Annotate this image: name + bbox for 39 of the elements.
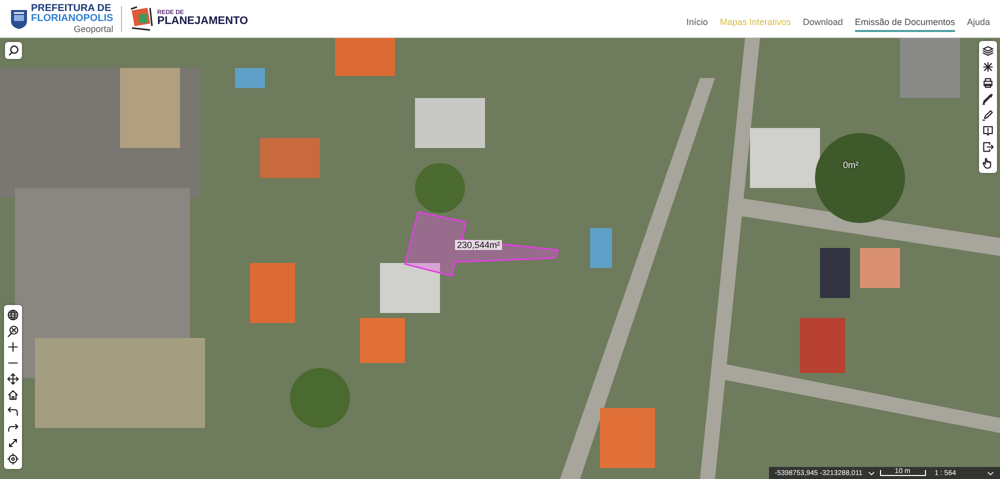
grid-icon [982,61,994,73]
nav-link[interactable]: Emissão de Documentos [854,12,955,32]
fullscreen-icon [7,437,19,449]
info-button[interactable] [979,123,997,139]
search-icon [8,45,19,56]
layers-icon [982,45,994,57]
undo-icon [7,405,19,417]
pan-icon [7,373,19,385]
print-icon [982,77,994,89]
planning-logo-icon [130,6,154,32]
chevron-down-icon[interactable] [868,470,875,476]
redo-icon [7,421,19,433]
info-icon [982,125,994,137]
logo-text: PLANEJAMENTO [157,16,248,27]
search-button[interactable] [5,42,22,59]
globe-button[interactable] [4,307,22,323]
ruler-icon [982,93,994,105]
pencil-icon [982,109,994,121]
logo-subtitle: Geoportal [74,24,114,34]
hand-pointer-icon [982,157,994,169]
measurement-label: 230,544m² [455,240,502,250]
zoom-in-icon [7,341,19,353]
globe-icon [7,309,19,321]
zoom-select-icon [7,325,19,337]
city-emblem-icon [10,8,28,30]
hand-pointer-button[interactable] [979,155,997,171]
locate-icon [7,453,19,465]
nav-link[interactable]: Ajuda [966,12,990,32]
logo-text: FLORIANOPOLIS [31,14,114,24]
measurement-label: 0m² [843,160,858,170]
logo-text: PREFEITURA DE [31,4,112,14]
locate-button[interactable] [4,451,22,467]
layers-button[interactable] [979,43,997,59]
nav-link[interactable]: Início [686,12,708,32]
exit-icon [982,141,994,153]
nav-link[interactable]: Download [802,12,843,32]
pencil-button[interactable] [979,107,997,123]
chevron-down-icon[interactable] [987,470,994,476]
home-icon [7,389,19,401]
